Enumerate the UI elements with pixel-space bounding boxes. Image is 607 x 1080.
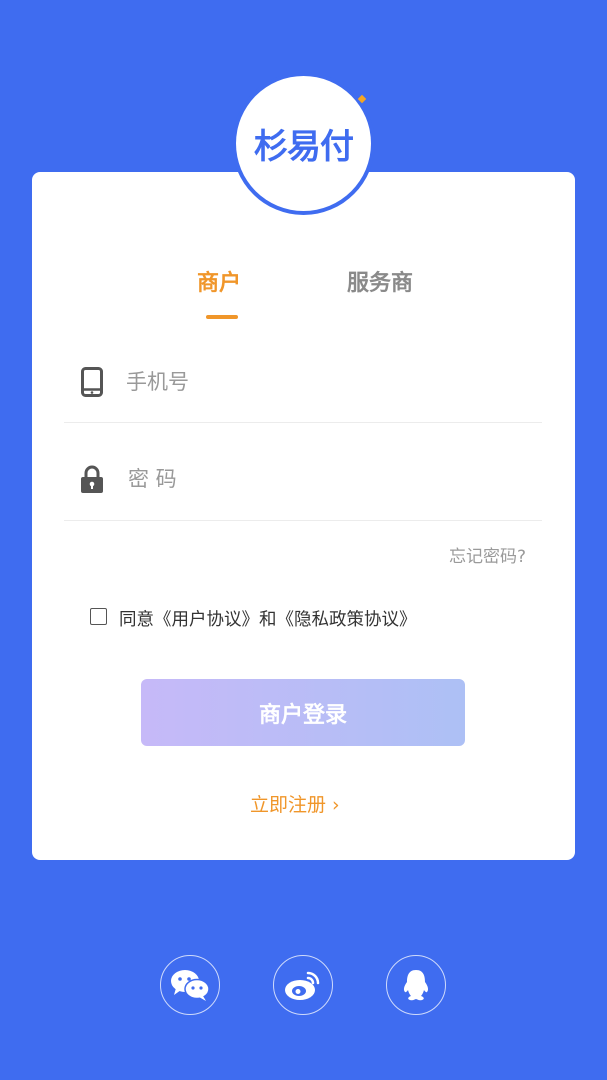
login-card (32, 172, 575, 860)
phone-input[interactable] (126, 366, 526, 398)
agreement-checkbox[interactable] (90, 608, 107, 625)
agreement-text: 同意《用户协议》和《隐私政策协议》 (119, 606, 417, 631)
weibo-login-button[interactable] (273, 955, 333, 1015)
agreement-prefix: 同意 (119, 610, 154, 630)
active-tab-indicator (206, 315, 238, 319)
forgot-password-link[interactable]: 忘记密码? (449, 542, 526, 567)
register-link[interactable]: 立即注册 › (250, 790, 340, 817)
tab-service-provider[interactable]: 服务商 (347, 268, 413, 300)
merchant-login-button[interactable]: 商户登录 (141, 679, 465, 746)
lock-icon (81, 465, 103, 493)
wechat-login-button[interactable] (160, 955, 220, 1015)
qq-icon (403, 970, 429, 1001)
password-input[interactable] (128, 463, 528, 495)
logo-text: 杉易付 (254, 127, 354, 167)
user-agreement-link[interactable]: 《用户协议》 (154, 610, 259, 630)
tab-merchant[interactable]: 商户 (197, 268, 241, 300)
logo: 杉易付 (236, 76, 371, 211)
phone-divider (64, 422, 542, 423)
password-divider (64, 520, 542, 521)
agreement-conj: 和 (259, 610, 277, 630)
wechat-icon (171, 970, 210, 1001)
privacy-policy-link[interactable]: 《隐私政策协议》 (277, 610, 417, 630)
qq-login-button[interactable] (386, 955, 446, 1015)
phone-icon (81, 367, 103, 397)
weibo-icon (285, 971, 320, 1000)
